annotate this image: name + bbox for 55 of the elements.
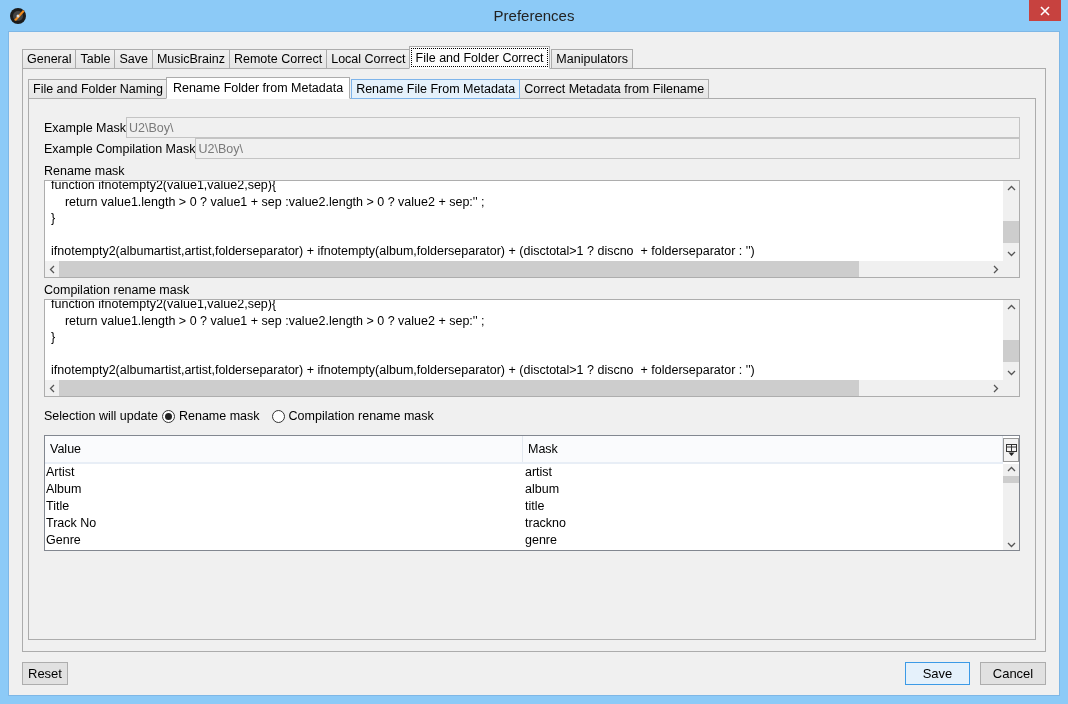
- field-label: Rename mask: [44, 163, 126, 178]
- table-cell-text: Album: [45, 481, 83, 498]
- tab[interactable]: MusicBrainz: [151, 49, 230, 69]
- column-header[interactable]: Value: [45, 436, 523, 462]
- field-label: Compilation rename mask: [44, 282, 191, 297]
- table-menu-icon: [1005, 443, 1017, 457]
- scroll-thumb[interactable]: [1003, 340, 1019, 362]
- cancel-button[interactable]: Cancel: [980, 661, 1046, 685]
- code-line: return value1.length > 0 ? value1 + sep :value2.length > 0 ? value2 + sep:'' ;: [63, 312, 486, 330]
- sub-tab[interactable]: Rename File From Metadata: [351, 79, 521, 99]
- table-cell-text: Track No: [45, 515, 98, 532]
- tab[interactable]: General: [22, 49, 77, 69]
- close-button[interactable]: [1029, 0, 1061, 21]
- sub-tab[interactable]: Rename Folder from Metadata: [165, 77, 351, 99]
- scroll-thumb[interactable]: [1003, 476, 1019, 483]
- scroll-thumb[interactable]: [1003, 221, 1019, 243]
- code-editor[interactable]: [45, 181, 1003, 261]
- code-line: ifnotempty2(albumartist,artist,folderseparator) + ifnotempty(album,folderseparator) + (disctotal>1 ? discno + folderseparator : ''): [51, 362, 756, 380]
- tab[interactable]: Save: [114, 49, 153, 69]
- table-cell-text: Artist: [45, 464, 76, 481]
- table-cell-text: Title: [45, 498, 71, 515]
- table-cell-text: artist: [524, 464, 554, 481]
- radio-button[interactable]: [271, 409, 285, 423]
- table-cell-text: title: [524, 498, 546, 515]
- table-cell-text: Genre: [45, 532, 82, 549]
- app-logo-icon: [9, 6, 27, 25]
- scroll-thumb[interactable]: [59, 261, 859, 277]
- code-line: }: [51, 210, 57, 227]
- table-cell-text: album: [524, 481, 561, 498]
- tab[interactable]: Local Correct: [326, 49, 411, 69]
- code-line: ifnotempty2(albumartist,artist,folderseparator) + ifnotempty(album,folderseparator) + (disctotal>1 ? discno + folderseparator : ''): [51, 243, 756, 261]
- scroll-thumb[interactable]: [59, 380, 859, 396]
- window-title: Preferences: [492, 7, 576, 24]
- table-cell-text: genre: [524, 532, 558, 549]
- radio-label[interactable]: Rename mask: [178, 409, 260, 423]
- sub-tab[interactable]: File and Folder Naming: [28, 79, 168, 99]
- tab[interactable]: File and Folder Correct: [408, 46, 551, 69]
- close-icon: [1040, 5, 1050, 16]
- tab[interactable]: Table: [75, 49, 116, 69]
- field-label: Example Mask: [44, 120, 126, 135]
- column-chooser-button[interactable]: [1003, 438, 1019, 462]
- radio-button[interactable]: [161, 409, 175, 423]
- tab[interactable]: Manipulators: [551, 49, 633, 69]
- tab[interactable]: Remote Correct: [228, 49, 328, 69]
- radio-label[interactable]: Compilation rename mask: [288, 409, 434, 423]
- code-line: return value1.length > 0 ? value1 + sep :value2.length > 0 ? value2 + sep:'' ;: [63, 193, 486, 211]
- table-cell-text: trackno: [524, 515, 567, 532]
- sub-tab[interactable]: Correct Metadata from Filename: [519, 79, 710, 99]
- code-editor[interactable]: [45, 300, 1003, 380]
- vertical-scrollbar[interactable]: [1003, 464, 1019, 550]
- reset-button[interactable]: Reset: [22, 661, 68, 685]
- code-line: }: [51, 329, 57, 346]
- field-label: Example Compilation Mask: [44, 141, 196, 156]
- save-button[interactable]: Save: [905, 661, 970, 685]
- selection-label: Selection will update: [44, 409, 158, 423]
